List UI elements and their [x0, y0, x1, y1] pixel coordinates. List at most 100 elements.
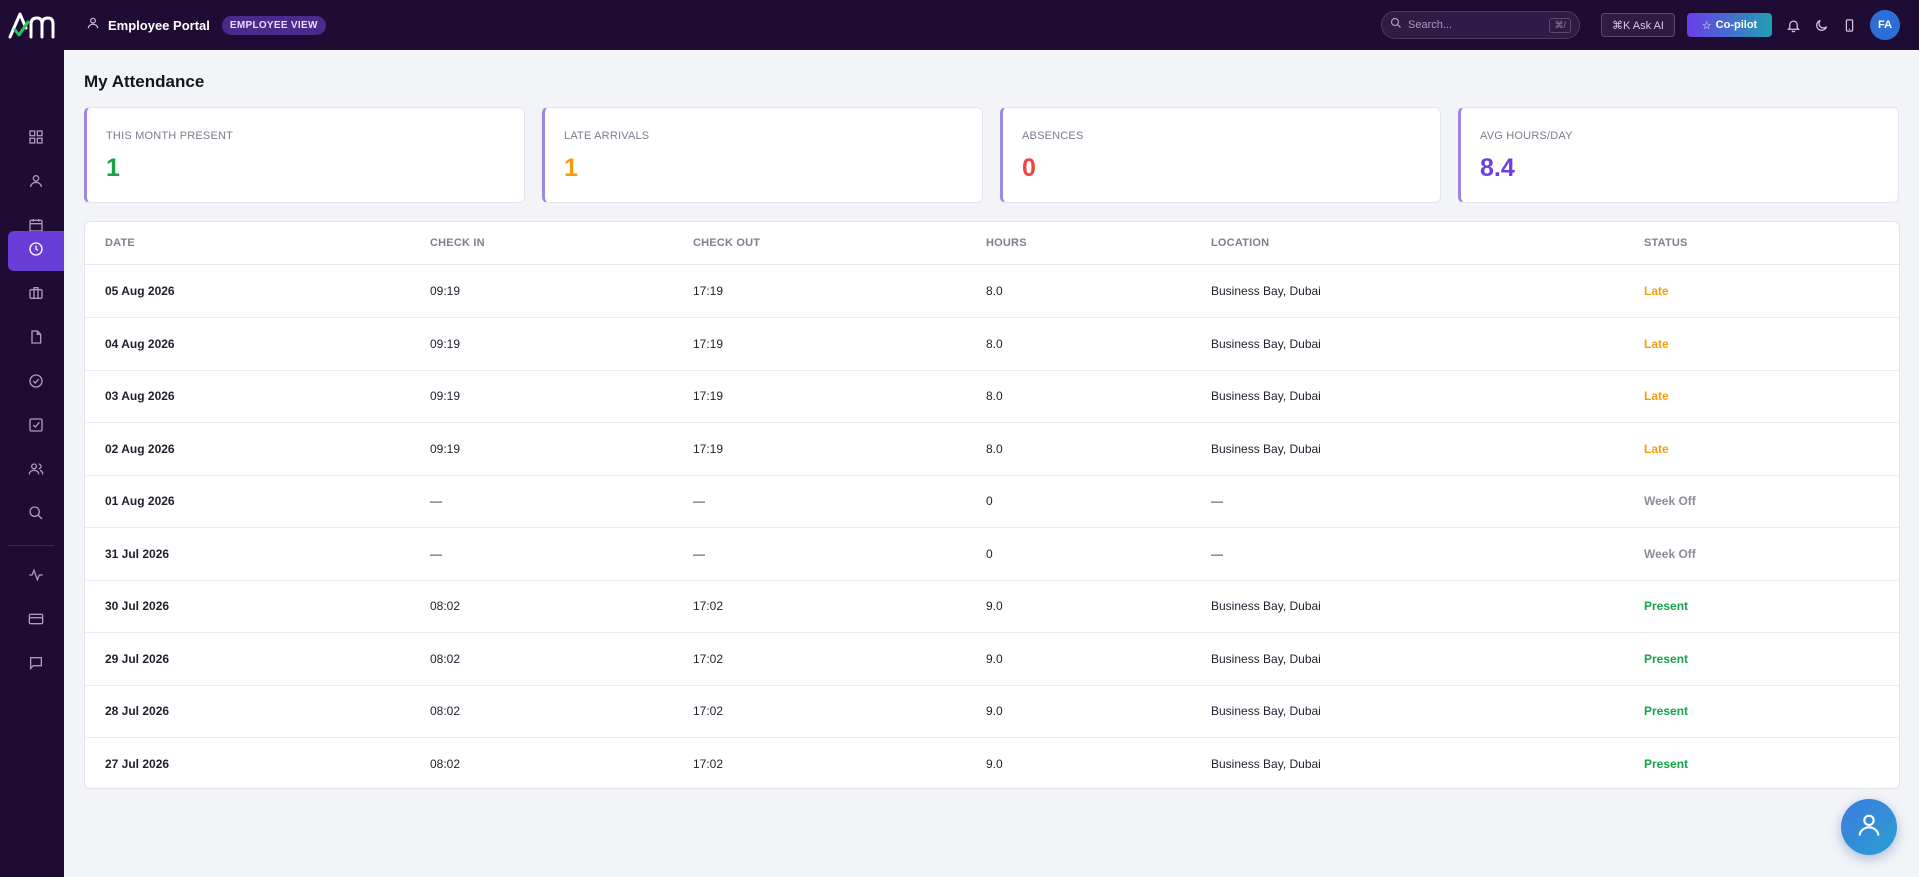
search-icon — [28, 505, 44, 526]
cell-hours: 9.0 — [986, 704, 1003, 718]
table-row[interactable]: 28 Jul 2026 08:02 17:02 9.0 Business Bay, Du… — [85, 685, 1899, 738]
sidebar-item-team[interactable] — [8, 451, 64, 491]
cell-location: Business Bay, Dubai — [1211, 651, 1321, 666]
cell-hours: 8.0 — [986, 441, 1003, 456]
stat-label: THIS MONTH PRESENT — [106, 130, 234, 142]
cell-check-out: 17:02 — [693, 599, 724, 613]
sidebar-item-jobs[interactable] — [8, 275, 64, 315]
users-icon — [28, 461, 44, 482]
column-header-status[interactable]: STATUS — [1644, 237, 1688, 249]
column-header-location[interactable]: LOCATION — [1211, 237, 1269, 249]
sidebar-item-attendance[interactable] — [8, 231, 64, 271]
cell-check-in: 08:02 — [430, 756, 461, 771]
cell-status: Late — [1644, 389, 1669, 403]
assistant-icon — [1855, 811, 1883, 844]
clock-icon — [28, 241, 44, 262]
sidebar — [0, 50, 64, 877]
sidebar-item-documents[interactable] — [8, 319, 64, 359]
column-header-check-in[interactable]: CHECK IN — [430, 237, 485, 249]
cell-check-out: 17:02 — [693, 756, 724, 771]
sidebar-item-payroll[interactable] — [8, 601, 64, 641]
cell-status: Week Off — [1644, 546, 1696, 561]
table-row[interactable]: 29 Jul 2026 08:02 17:02 9.0 Business Bay, Du… — [85, 633, 1899, 686]
copilot-button[interactable]: ☆ Co-pilot — [1687, 13, 1772, 37]
cell-status: Late — [1644, 336, 1669, 351]
cell-check-out: 17:19 — [693, 389, 724, 403]
cell-date: 31 Jul 2026 — [105, 546, 170, 561]
search-icon — [1390, 16, 1402, 34]
cell-check-in: 09:19 — [430, 336, 461, 351]
cell-location: Business Bay, Dubai — [1211, 756, 1321, 771]
stat-card-avg-hours: AVG HOURS/DAY 8.4 — [1458, 107, 1899, 203]
cell-check-out: — — [693, 546, 705, 561]
sidebar-item-search[interactable] — [8, 495, 64, 535]
sidebar-item-messages[interactable] — [8, 645, 64, 685]
moon-icon[interactable] — [1811, 15, 1831, 35]
cell-check-in: 09:19 — [430, 441, 461, 456]
search-input[interactable]: Search... ⌘/ — [1381, 11, 1580, 39]
cell-location: Business Bay, Dubai — [1211, 704, 1321, 718]
star-icon: ☆ — [1701, 19, 1712, 32]
table-row[interactable]: 02 Aug 2026 09:19 17:19 8.0 Business Bay, Du… — [85, 423, 1899, 476]
cell-check-out: 17:02 — [693, 651, 724, 666]
cell-check-in: — — [430, 494, 442, 508]
stat-card-present: THIS MONTH PRESENT 1 — [84, 107, 525, 203]
cell-date: 01 Aug 2026 — [105, 494, 175, 508]
cell-hours: 0 — [986, 494, 993, 508]
column-header-hours[interactable]: HOURS — [986, 237, 1027, 249]
cell-check-out: 17:19 — [693, 336, 724, 351]
stat-label: AVG HOURS/DAY — [1480, 130, 1573, 142]
cell-location: Business Bay, Dubai — [1211, 336, 1321, 351]
stat-label: ABSENCES — [1022, 130, 1084, 142]
grid-icon — [28, 129, 44, 150]
table-row[interactable]: 27 Jul 2026 08:02 17:02 9.0 Business Bay, Du… — [85, 738, 1899, 789]
bell-icon[interactable] — [1783, 15, 1803, 35]
cell-date: 30 Jul 2026 — [105, 599, 170, 613]
stat-label: LATE ARRIVALS — [564, 130, 650, 142]
ask-ai-button[interactable]: ⌘K Ask AI — [1601, 13, 1675, 37]
column-header-date[interactable]: DATE — [105, 237, 135, 249]
cell-status: Present — [1644, 756, 1689, 771]
stat-value: 8.4 — [1480, 154, 1515, 182]
table-row[interactable]: 05 Aug 2026 09:19 17:19 8.0 Business Bay, Du… — [85, 265, 1899, 318]
copilot-label: Co-pilot — [1715, 19, 1758, 31]
table-row[interactable]: 03 Aug 2026 09:19 17:19 8.0 Business Bay, Du… — [85, 370, 1899, 423]
message-icon — [28, 655, 44, 676]
table-row[interactable]: 31 Jul 2026 — — 0 — Week Off — [85, 528, 1899, 581]
table-row[interactable]: 30 Jul 2026 08:02 17:02 9.0 Business Bay, Du… — [85, 580, 1899, 633]
assistant-button[interactable] — [1841, 799, 1897, 855]
stat-card-absences: ABSENCES 0 — [1000, 107, 1441, 203]
sidebar-item-tasks[interactable] — [8, 407, 64, 447]
cell-check-in: 08:02 — [430, 704, 461, 718]
sidebar-item-profile[interactable] — [8, 163, 64, 203]
top-bar: Employee Portal EMPLOYEE VIEW Search... … — [0, 0, 1919, 50]
page-title: My Attendance — [84, 72, 205, 91]
cell-hours: 9.0 — [986, 651, 1003, 666]
cell-check-out: — — [693, 494, 705, 508]
cell-check-in: — — [430, 546, 442, 561]
sidebar-divider — [8, 545, 54, 546]
avatar[interactable]: FA — [1870, 10, 1900, 40]
cell-hours: 9.0 — [986, 756, 1003, 771]
cell-check-in: 09:19 — [430, 284, 461, 298]
cell-check-in: 09:19 — [430, 389, 461, 403]
brand-logo[interactable] — [0, 0, 64, 50]
portal-switcher[interactable]: Employee Portal EMPLOYEE VIEW — [86, 15, 326, 35]
mobile-icon[interactable] — [1839, 15, 1859, 35]
table-header: DATE CHECK IN CHECK OUT HOURS LOCATION S… — [85, 222, 1899, 265]
stat-value: 1 — [564, 154, 578, 182]
briefcase-icon — [28, 285, 44, 306]
column-header-check-out[interactable]: CHECK OUT — [693, 237, 760, 249]
cell-status: Late — [1644, 284, 1669, 298]
table-row[interactable]: 01 Aug 2026 — — 0 — Week Off — [85, 475, 1899, 528]
table-row[interactable]: 04 Aug 2026 09:19 17:19 8.0 Business Bay, Du… — [85, 318, 1899, 371]
user-icon — [28, 173, 44, 194]
cell-location: Business Bay, Dubai — [1211, 284, 1321, 298]
sidebar-item-activity[interactable] — [8, 557, 64, 597]
user-icon — [86, 16, 100, 35]
sidebar-item-dashboard[interactable] — [8, 119, 64, 159]
sidebar-item-approvals[interactable] — [8, 363, 64, 403]
cell-date: 05 Aug 2026 — [105, 284, 175, 298]
search-placeholder: Search... — [1408, 19, 1453, 31]
cell-status: Present — [1644, 599, 1689, 613]
